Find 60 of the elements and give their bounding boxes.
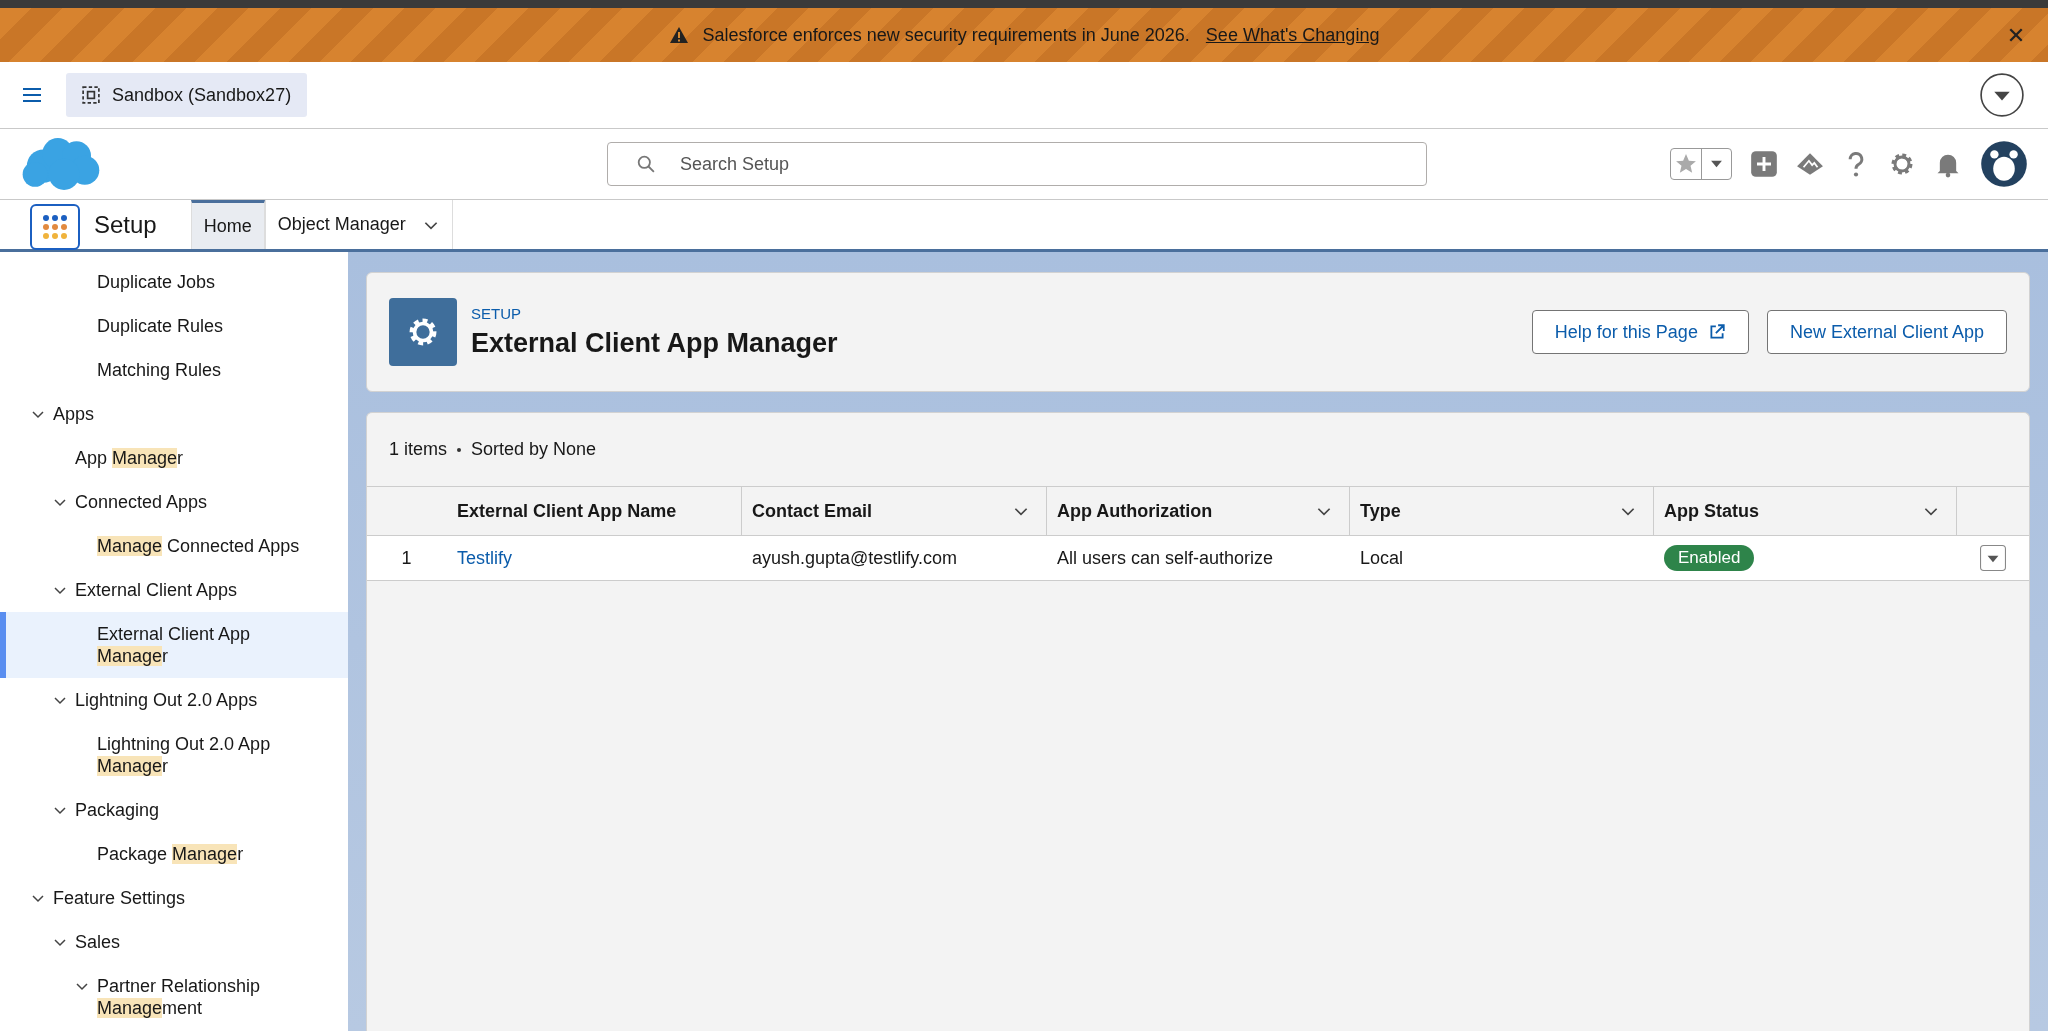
sidebar-item[interactable]: Lightning Out 2.0 App Manager — [0, 722, 348, 788]
header-button[interactable]: New External Client App — [1766, 310, 2007, 354]
external-link-icon — [1707, 323, 1726, 341]
sidebar-item[interactable]: App Manager — [0, 436, 348, 480]
sidebar-item[interactable]: Lightning Out 2.0 Apps — [0, 678, 348, 722]
table-cell: Local — [1360, 547, 1404, 569]
setup-gear-icon — [389, 298, 457, 366]
avatar-icon[interactable] — [1980, 140, 2028, 188]
sidebar-item[interactable]: External Client App Manager — [0, 612, 348, 678]
sidebar-item[interactable]: Duplicate Jobs — [0, 260, 348, 304]
sidebar-item[interactable]: Partner Relationship Management — [0, 964, 348, 1030]
column-header[interactable]: External Client App Name — [447, 487, 742, 535]
table-cell: All users can self-authorize — [1057, 547, 1274, 569]
app-name-link[interactable]: Testlify — [457, 547, 512, 569]
header-button[interactable]: Help for this Page — [1531, 310, 1749, 354]
banner-message: Salesforce enforces new security requirements in June 2026. — [702, 24, 1190, 46]
sidebar-item[interactable]: Package Manager — [0, 832, 348, 876]
column-header[interactable]: App Authorization — [1047, 487, 1350, 535]
app-name: Setup — [93, 209, 158, 240]
breadcrumb: SETUP — [471, 305, 522, 322]
search-field[interactable]: Search Setup — [607, 142, 1427, 186]
column-header[interactable]: Type — [1350, 487, 1654, 535]
column-label: Type — [1360, 500, 1401, 522]
column-label: Contact Email — [752, 500, 873, 522]
sidebar-item[interactable]: Manage Connected Apps — [0, 524, 348, 568]
sidebar-item[interactable]: Packaging — [0, 788, 348, 832]
menu-icon[interactable] — [22, 87, 42, 103]
add-icon[interactable] — [1750, 150, 1778, 178]
status-badge: Enabled — [1664, 545, 1755, 571]
sandbox-icon — [82, 86, 100, 104]
sidebar-item[interactable]: Sales — [0, 920, 348, 964]
sidebar-item[interactable]: Feature Settings — [0, 876, 348, 920]
row-number: 1 — [401, 547, 412, 569]
column-header[interactable]: Contact Email — [742, 487, 1047, 535]
column-label: App Status — [1664, 500, 1759, 522]
column-label: App Authorization — [1057, 500, 1213, 522]
table-cell: ayush.gupta@testlify.com — [752, 547, 958, 569]
sidebar-item[interactable]: Duplicate Rules — [0, 304, 348, 348]
app-launcher[interactable] — [30, 203, 80, 250]
page-title: External Client App Manager — [471, 328, 838, 359]
sort-info: Sorted by None — [471, 439, 597, 460]
close-icon[interactable] — [2008, 27, 2024, 43]
org-name: Sandbox (Sandbox27) — [112, 84, 292, 106]
search-icon — [637, 155, 655, 173]
item-count: 1 items — [389, 439, 448, 460]
nav-tab[interactable]: Home — [190, 200, 265, 249]
separator-dot — [457, 447, 462, 452]
nav-tab[interactable]: Object Manager — [264, 200, 453, 249]
sidebar-item[interactable]: Connected Apps — [0, 480, 348, 524]
sidebar-item[interactable]: Matching Rules — [0, 348, 348, 392]
banner-link[interactable]: See What's Changing — [1205, 24, 1380, 46]
sidebar-item[interactable]: Apps — [0, 392, 348, 436]
warning-icon — [668, 26, 689, 44]
column-header[interactable]: App Status — [1654, 487, 1957, 535]
row-actions-icon[interactable] — [1979, 545, 2006, 571]
org-switcher[interactable]: Sandbox (Sandbox27) — [66, 73, 308, 117]
favorites-button[interactable] — [1670, 148, 1732, 180]
sidebar-item[interactable]: External Client Apps — [0, 568, 348, 612]
column-label: External Client App Name — [457, 500, 677, 522]
dropdown-icon[interactable] — [1980, 73, 2024, 117]
